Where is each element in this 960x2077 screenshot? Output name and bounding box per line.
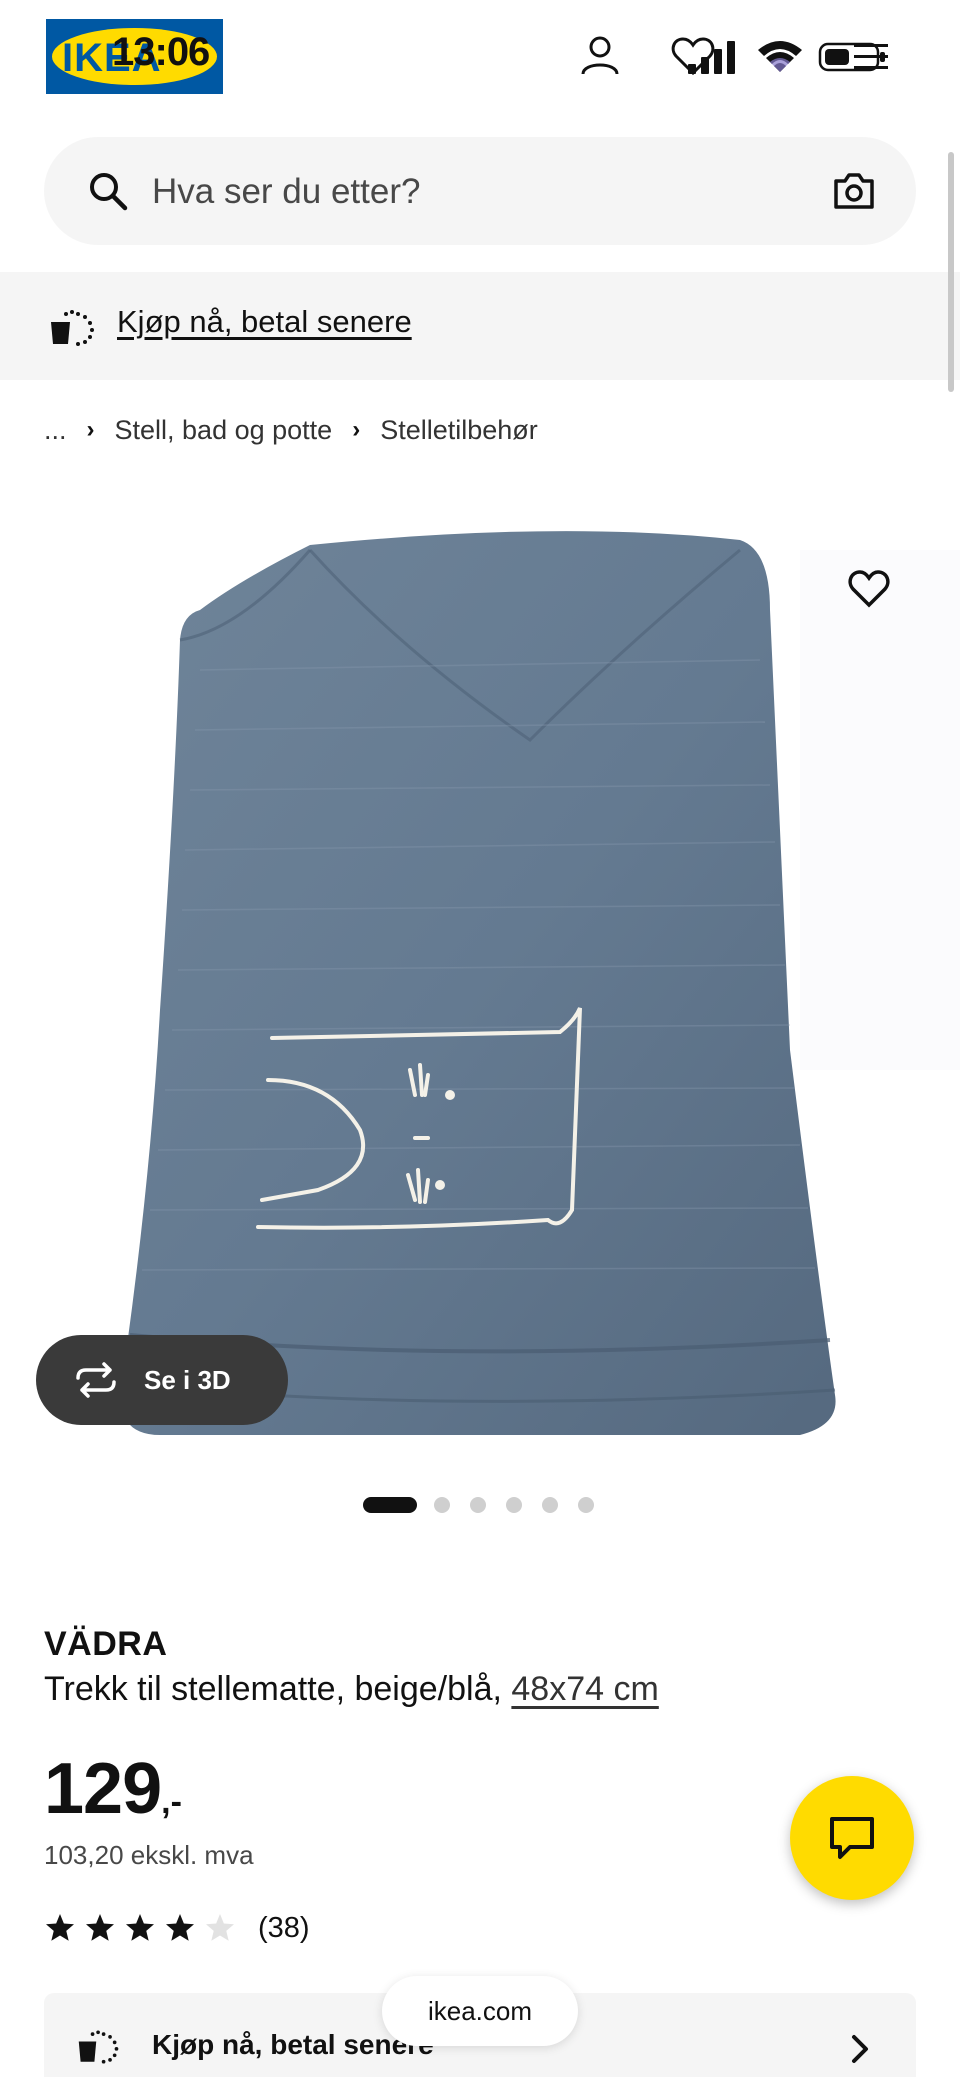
add-to-favorites-button[interactable] [840,560,898,618]
product-size-link[interactable]: 48x74 cm [511,1670,658,1708]
carousel-dot[interactable] [434,1497,450,1513]
person-icon[interactable] [578,34,622,78]
star-icon [46,1914,74,1941]
breadcrumb: ... › Stell, bad og potte › Stelletilbeh… [44,410,538,450]
pay-later-link[interactable]: Kjøp nå, betal senere [117,304,412,340]
search-icon[interactable] [86,169,130,213]
carousel-dot[interactable] [506,1497,522,1513]
chat-icon [830,1817,874,1859]
chevron-right-icon: › [86,416,95,443]
payment-icon [78,2030,119,2064]
price-suffix: ,- [161,1783,182,1821]
price-integer: 129 [44,1749,162,1829]
page-scrollbar[interactable] [948,152,954,392]
payment-icon [51,310,94,346]
breadcrumb-item-stell[interactable]: Stell, bad og potte [115,415,333,446]
star-icon [86,1914,114,1941]
product-rating[interactable]: (38) [44,1908,310,1948]
browser-url-pill[interactable]: ikea.com [382,1976,578,2046]
signal-icon [688,41,735,74]
breadcrumb-ellipsis[interactable]: ... [44,415,67,446]
product-price: 129,- [44,1748,182,1830]
search-bar[interactable]: Hva ser du etter? [44,137,916,245]
review-count[interactable]: (38) [258,1912,310,1945]
view-3d-button[interactable]: Se i 3D [36,1335,288,1425]
carousel-dot[interactable] [542,1497,558,1513]
status-time: 13:06 [112,30,210,74]
header: IKEA 13:06 [0,0,960,125]
menu-icon[interactable] [850,42,892,72]
wifi-icon [758,41,802,72]
star-icon [206,1914,234,1941]
chevron-right-icon: › [352,416,361,443]
pay-later-banner[interactable]: Kjøp nå, betal senere [0,272,960,380]
chat-button[interactable] [790,1776,914,1900]
price-ex-vat: 103,20 ekskl. mva [44,1840,254,1870]
product-image[interactable] [0,490,960,1460]
chevron-right-icon [852,2035,868,2063]
carousel-dot[interactable] [578,1497,594,1513]
carousel-dot[interactable] [363,1497,417,1513]
breadcrumb-item-stelletilbehor[interactable]: Stelletilbehør [380,415,538,446]
view-3d-label: Se i 3D [144,1365,231,1395]
product-description: Trekk til stellematte, beige/blå, 48x74 … [44,1670,659,1709]
camera-icon[interactable] [832,169,876,213]
product-name: VÄDRA [44,1625,168,1663]
product-description-text: Trekk til stellematte, beige/blå, [44,1670,512,1708]
star-icon [166,1914,194,1941]
carousel-dots [0,1495,960,1515]
carousel-dot[interactable] [470,1497,486,1513]
heart-icon [848,570,890,608]
search-input[interactable]: Hva ser du etter? [152,172,420,212]
rotate-3d-icon [76,1362,116,1398]
star-icon [126,1914,154,1941]
